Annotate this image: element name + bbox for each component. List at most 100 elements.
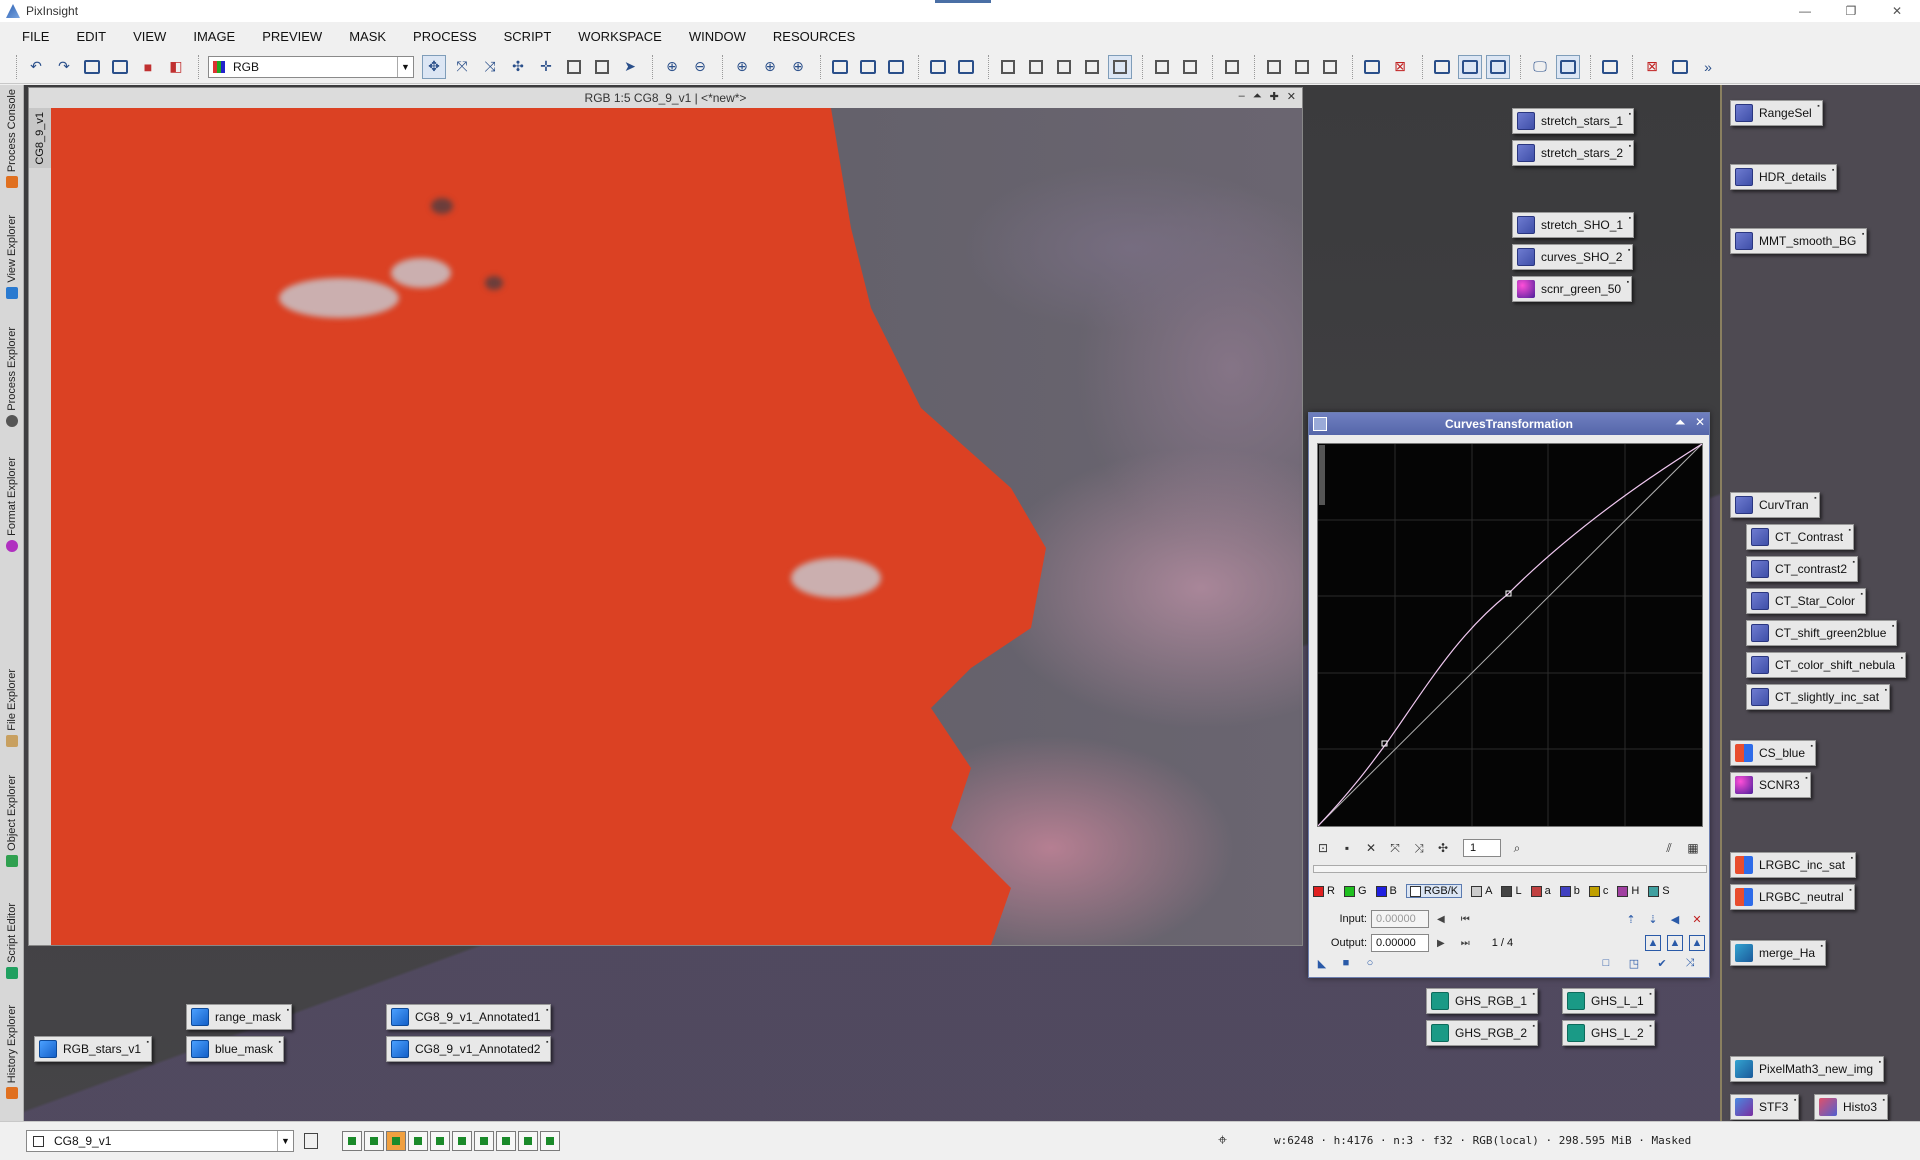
tab-format-explorer[interactable]: Format Explorer (0, 457, 24, 552)
tab-file-explorer[interactable]: File Explorer (0, 669, 24, 747)
toolbar-overflow-icon[interactable]: » (1696, 55, 1720, 79)
tab-object-explorer[interactable]: Object Explorer (0, 775, 24, 867)
process-icon-ct-contrast2[interactable]: CT_contrast2 ▪ (1746, 556, 1859, 582)
image-icon-blue-mask[interactable]: blue_mask ▪ (186, 1036, 285, 1062)
interp-linear-icon[interactable]: ▲ (1689, 935, 1705, 951)
execute-icon[interactable]: ✔ (1653, 955, 1671, 971)
cascade-icon[interactable] (954, 55, 978, 79)
color-image-icon[interactable]: ■ (136, 55, 160, 79)
menu-preview[interactable]: PREVIEW (250, 29, 337, 44)
zoom-in-mode-icon[interactable]: ⤨ (478, 55, 502, 79)
process-icon-ct-color-shift-nebula[interactable]: CT_color_shift_nebula ▪ (1746, 652, 1907, 678)
tab-history-explorer[interactable]: History Explorer (0, 1005, 24, 1100)
image-canvas[interactable] (51, 108, 1302, 945)
curve-graph[interactable] (1317, 443, 1703, 827)
image-icon-rgb-stars-v1[interactable]: RGB_stars_v1 ▪ (34, 1036, 153, 1062)
preview-slot-active[interactable] (386, 1131, 406, 1151)
preview-new-icon[interactable] (1262, 55, 1286, 79)
preview-slot[interactable] (408, 1131, 428, 1151)
previous-point-icon[interactable]: ◀ (1437, 914, 1445, 925)
preview-icon[interactable] (590, 55, 614, 79)
output-field[interactable]: 0.00000 (1371, 934, 1429, 952)
image-icon-range-mask[interactable]: range_mask ▪ (186, 1004, 293, 1030)
process-icon-mmt-smooth-bg[interactable]: MMT_smooth_BG ▪ (1730, 228, 1868, 254)
apply-icon[interactable]: ■ (1337, 955, 1355, 971)
input-field[interactable]: 0.00000 (1371, 910, 1429, 928)
preview-slot[interactable] (342, 1131, 362, 1151)
process-icon-stretch-sho-1[interactable]: stretch_SHO_1 ▪ (1512, 212, 1635, 238)
zoom-fit-icon[interactable]: ⤧ (1385, 839, 1405, 857)
zoom-out-icon[interactable]: ⊖ (688, 55, 712, 79)
process-icon-curves-sho-2[interactable]: curves_SHO_2 ▪ (1512, 244, 1634, 270)
preview-slot[interactable] (430, 1131, 450, 1151)
menu-script[interactable]: SCRIPT (492, 29, 567, 44)
channel-b[interactable]: B (1375, 885, 1397, 897)
workspace-icon[interactable] (1556, 54, 1580, 79)
workspace-close-icon[interactable]: ⊠ (1640, 55, 1664, 79)
interp-cubic-icon[interactable]: ▲ (1667, 935, 1683, 951)
image-properties-icon[interactable] (80, 55, 104, 79)
move-mode-icon[interactable]: ✣ (506, 55, 530, 79)
preview-slot[interactable] (474, 1131, 494, 1151)
zoom-fit-icon[interactable]: ⤧ (450, 55, 474, 79)
new-image-icon[interactable] (108, 55, 132, 79)
image-window[interactable]: RGB 1:5 CG8_9_v1 | <*new*> ‒ ⏶ ✚ ✕ CG8_9… (28, 87, 1303, 946)
reset-icon[interactable]: ⤨ (1681, 955, 1699, 971)
workspace-add-icon[interactable] (1668, 55, 1692, 79)
undo-icon[interactable]: ↶ (24, 55, 48, 79)
process-icon-ghs-l-2[interactable]: GHS_L_2 ▪ (1562, 1020, 1655, 1046)
menu-mask[interactable]: MASK (337, 29, 401, 44)
crosshair-icon[interactable]: ⌖ (1218, 1132, 1227, 1150)
mask-remove-icon[interactable] (1052, 55, 1076, 79)
channel-l[interactable]: L (1501, 885, 1522, 897)
reverse-icon[interactable]: ◀ (1667, 911, 1683, 927)
channel-c[interactable]: c (1588, 885, 1608, 897)
process-icon-ghs-rgb-2[interactable]: GHS_RGB_2 ▪ (1426, 1020, 1539, 1046)
menu-edit[interactable]: EDIT (64, 29, 121, 44)
tile-icon[interactable] (926, 55, 950, 79)
pointer-icon[interactable]: ➤ (618, 55, 642, 79)
process-icon-cs-blue[interactable]: CS_blue ▪ (1730, 740, 1817, 766)
delete-point-icon[interactable]: ✕ (1361, 839, 1381, 857)
mask-select-icon[interactable] (1024, 55, 1048, 79)
minimize-button[interactable]: — (1782, 0, 1828, 22)
edit-point-icon[interactable]: ⊡ (1313, 839, 1333, 857)
channel-h[interactable]: H (1617, 885, 1639, 897)
grid-toggle-icon[interactable]: ▦ (1683, 839, 1703, 857)
image-icon-annotated-1[interactable]: CG8_9_v1_Annotated1 ▪ (386, 1004, 552, 1030)
mask-invert-icon[interactable] (1080, 55, 1104, 79)
title-drag-handle[interactable] (935, 0, 991, 3)
next-point-icon[interactable]: ▶ (1437, 938, 1445, 949)
redo-icon[interactable]: ↷ (52, 55, 76, 79)
zoom-1-icon[interactable]: ⊕ (730, 55, 754, 79)
process-icon-lrgbc-neutral[interactable]: LRGBC_neutral ▪ (1730, 884, 1855, 910)
curve-plot[interactable] (1317, 443, 1703, 827)
close-button[interactable]: ✕ (1874, 0, 1920, 22)
preview-slot[interactable] (540, 1131, 560, 1151)
image-window-titlebar[interactable]: RGB 1:5 CG8_9_v1 | <*new*> ‒ ⏶ ✚ ✕ (29, 88, 1302, 108)
process-icon-stretch-stars-1[interactable]: stretch_stars_1 ▪ (1512, 108, 1635, 134)
real-time-preview-icon[interactable]: ◳ (1625, 955, 1643, 971)
process-icon-pixelmath3-new-img[interactable]: PixelMath3_new_img ▪ (1730, 1056, 1885, 1082)
zoom-in-icon[interactable]: ⊕ (660, 55, 684, 79)
workspace-next-icon[interactable] (1598, 55, 1622, 79)
process-icon-ghs-rgb-1[interactable]: GHS_RGB_1 ▪ (1426, 988, 1539, 1014)
preview-delete-icon[interactable] (1318, 55, 1342, 79)
window-close-icon[interactable]: ⊠ (1388, 55, 1412, 79)
curves-transformation-window[interactable]: CurvesTransformation ⏶ ✕ ⊡ ▪ ✕ ⤧ ⤨ ✣ 1 ⌕… (1308, 412, 1710, 978)
zoom-factor-spinbox[interactable]: 1 (1463, 839, 1501, 857)
select-point-icon[interactable]: ▪ (1337, 839, 1357, 857)
browse-docs-icon[interactable]: □ (1597, 955, 1615, 971)
pan-icon[interactable]: ✣ (1433, 839, 1453, 857)
first-point-icon[interactable]: ⏮ (1461, 914, 1470, 925)
channel-a-chroma[interactable]: a (1530, 885, 1551, 897)
pick-point-icon[interactable]: ⇡ (1623, 911, 1639, 927)
last-point-icon[interactable]: ⏭ (1461, 938, 1470, 949)
preview-edit-icon[interactable] (1290, 55, 1314, 79)
image-shade-icon[interactable]: ⏶ (1253, 90, 1262, 103)
curve-scrollbar[interactable] (1319, 445, 1325, 505)
process-icon-ct-contrast[interactable]: CT_Contrast ▪ (1746, 524, 1855, 550)
process-icon-hdr-details[interactable]: HDR_details ▪ (1730, 164, 1838, 190)
process-icon-scnr-green-50[interactable]: scnr_green_50 ▪ (1512, 276, 1633, 302)
pan-mode-icon[interactable]: ✥ (422, 54, 446, 79)
